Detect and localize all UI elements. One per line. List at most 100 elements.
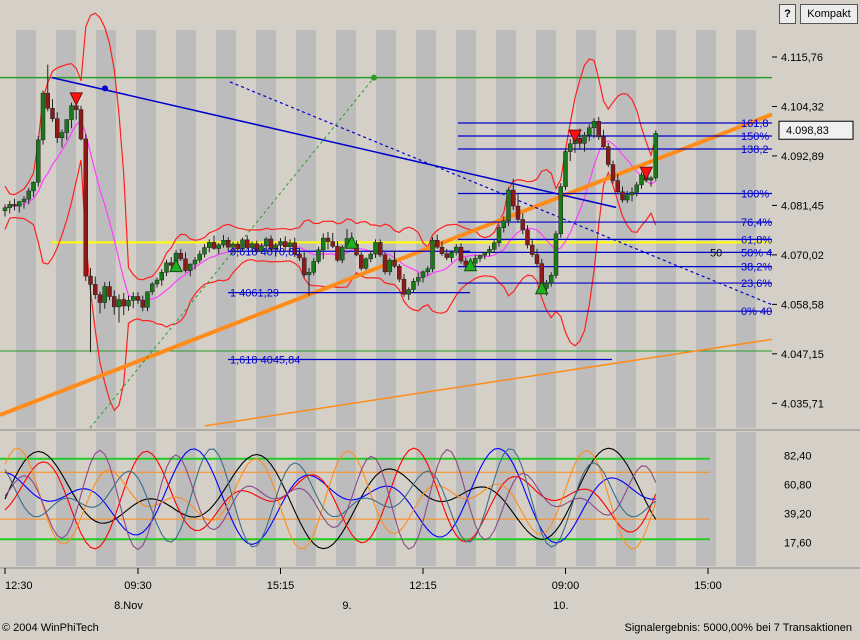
time-tick-label: 15:15 [267, 580, 295, 592]
candle-body [425, 268, 430, 273]
orange-parallel-line [204, 338, 773, 427]
candle-body [21, 198, 27, 202]
candle-body [487, 249, 492, 254]
candle-body [107, 286, 112, 297]
price-tick-label: 4.104,32 [781, 101, 824, 113]
candle-body [131, 296, 136, 301]
candle-body [154, 279, 160, 285]
last-price-label: 4.098,83 [786, 125, 829, 137]
time-tick-label: 09:30 [124, 580, 152, 592]
stripe [296, 432, 316, 566]
time-tick-label: 15:00 [694, 580, 722, 592]
date-label: 10. [553, 600, 568, 612]
extension-label: 1,618 4045,84 [230, 354, 300, 366]
oscillator-tick-label: 39,20 [784, 508, 812, 520]
candle-body [159, 272, 164, 281]
candle-body [50, 108, 55, 119]
candle-body [2, 207, 8, 212]
candle-body [278, 241, 283, 246]
chart-canvas: 161,8150%138,2 100% 76,4% 61,8%50% 4 38,2% 23… [0, 12, 860, 612]
candle-body [454, 246, 459, 253]
candle-body [102, 286, 107, 303]
candle-body [411, 281, 416, 290]
side-label: 50 [710, 247, 722, 259]
candle-body [530, 244, 535, 255]
candle-body [55, 118, 60, 138]
candle-body [306, 272, 312, 276]
candle-body [606, 146, 611, 165]
candle-body [620, 191, 625, 201]
candle-body [477, 255, 483, 259]
candle-body [582, 134, 587, 144]
oscillator-tick-label: 17,60 [784, 537, 812, 549]
fibonacci-label: 138,2 [741, 144, 769, 156]
blue-anchor-point [102, 85, 108, 92]
candle-body [392, 259, 397, 267]
candle-body [325, 237, 331, 242]
candle-body [615, 180, 620, 193]
candle-body [534, 254, 540, 264]
oscillator-tick-label: 60,80 [784, 480, 812, 492]
candle-body [406, 289, 411, 295]
candle-body [449, 252, 454, 258]
candle-body [625, 194, 630, 201]
fibonacci-label: 61,8% [741, 234, 772, 246]
candle-body [378, 242, 383, 256]
fibonacci-label: 0% 40 [741, 306, 772, 318]
candle-body [330, 241, 335, 247]
date-label: 8.Nov [114, 600, 143, 612]
candle-body [202, 247, 207, 255]
candle-body [482, 252, 487, 256]
time-tick-label: 12:30 [5, 580, 33, 592]
candle-body [40, 92, 46, 141]
candle-body [45, 92, 50, 109]
candle-body [197, 253, 202, 261]
candle-body [169, 262, 174, 266]
stripe [336, 30, 356, 428]
candle-body [492, 242, 497, 250]
stripe [616, 432, 636, 566]
candle-body [69, 105, 74, 120]
candle-body [59, 132, 65, 138]
candle-body [525, 229, 530, 246]
candle-body [382, 254, 388, 273]
price-tick-label: 4.081,45 [781, 200, 824, 212]
candle-body [610, 164, 616, 181]
candle-body [473, 258, 478, 264]
candle-body [93, 284, 98, 296]
candle-body [121, 299, 126, 307]
candle-body [183, 258, 188, 271]
price-tick-label: 4.047,15 [781, 349, 824, 361]
candle-body [216, 244, 221, 249]
candle-body [321, 237, 326, 251]
stripe [136, 30, 156, 428]
candle-body [207, 242, 212, 248]
candle-body [340, 246, 345, 261]
stripe [536, 30, 556, 428]
candle-body [188, 263, 193, 271]
price-tick-label: 4.070,02 [781, 250, 824, 262]
candle-body [359, 254, 364, 269]
candle-body [458, 246, 464, 262]
compact-button[interactable]: Kompakt [800, 4, 858, 24]
stripe [736, 432, 756, 566]
candle-body [97, 294, 103, 303]
stripe [696, 432, 716, 566]
help-button[interactable]: ? [779, 4, 796, 24]
candle-body [145, 291, 150, 308]
candle-body [639, 174, 644, 186]
fibonacci-label: 23,6% [741, 278, 772, 290]
candle-body [192, 259, 198, 265]
candle-body [435, 239, 440, 248]
candle-body [387, 259, 392, 273]
candle-body [439, 246, 445, 254]
stripe [376, 432, 396, 566]
stripe [416, 432, 436, 566]
price-tick-label: 4.092,89 [781, 151, 824, 163]
fibonacci-label: 150% [741, 131, 769, 143]
candle-body [26, 190, 31, 200]
stripe [296, 30, 316, 428]
candle-body [634, 184, 639, 193]
candle-body [36, 139, 41, 183]
candle-body [83, 138, 88, 277]
